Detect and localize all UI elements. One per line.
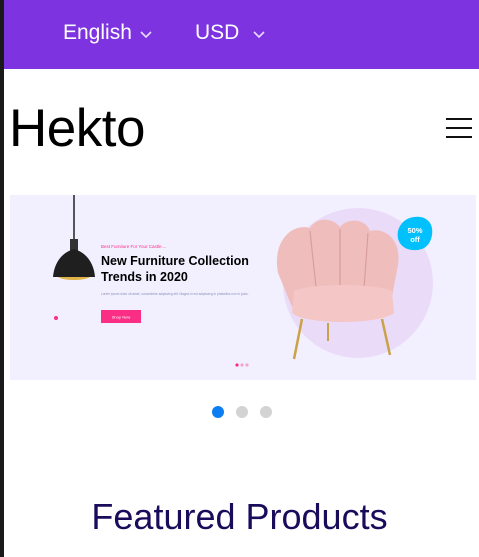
currency-selector[interactable]: USD (195, 21, 265, 45)
hamburger-menu-icon[interactable] (446, 118, 472, 139)
section-title: Featured Products (91, 496, 388, 537)
carousel-dot-2[interactable] (236, 406, 248, 418)
carousel-indicators (0, 404, 479, 420)
discount-badge: 50% off (397, 216, 433, 251)
frame-edge (0, 0, 4, 557)
hero-kicker: Best Furniture For Your Castle.... (101, 244, 167, 249)
hero-banner: Best Furniture For Your Castle.... New F… (10, 195, 476, 380)
hero-title-line1: New Furniture Collection (101, 254, 249, 268)
hero-body: Lorem ipsum dolor sit amet, consectetur … (101, 292, 249, 296)
language-selector[interactable]: English (63, 21, 152, 45)
pendant-lamp-image (53, 195, 95, 280)
discount-percent: 50% (407, 226, 422, 235)
shop-now-label: Shop Now (112, 315, 131, 320)
carousel-dot-1[interactable] (212, 406, 224, 418)
carousel-dot-3[interactable] (260, 406, 272, 418)
hero-title-line2: Trends in 2020 (101, 270, 188, 284)
brand-logo[interactable]: Hekto (9, 98, 145, 159)
discount-off: off (410, 235, 420, 244)
top-bar: English USD (4, 0, 479, 69)
currency-label: USD (195, 21, 240, 44)
language-label: English (63, 21, 132, 44)
inner-slide-dots (235, 363, 249, 367)
decor-dot (54, 316, 58, 320)
chevron-down-icon (253, 21, 265, 45)
chevron-down-icon (140, 21, 152, 45)
